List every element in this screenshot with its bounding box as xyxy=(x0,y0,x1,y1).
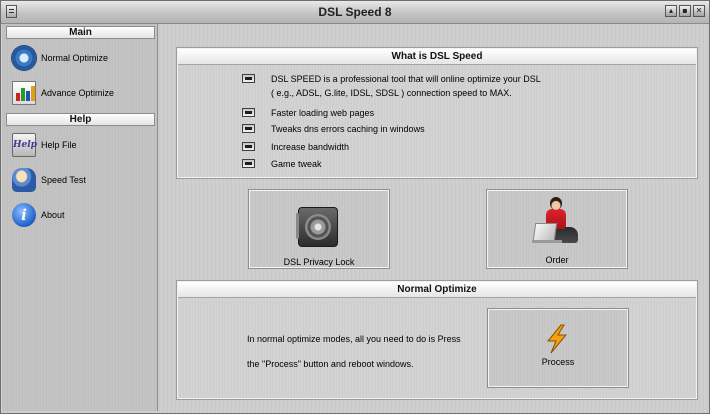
app-window: DSL Speed 8 ▴ ▪ ✕ Main Normal Optimize A… xyxy=(0,0,710,414)
sidebar-item-label: About xyxy=(41,210,65,220)
intro-line-1: DSL SPEED is a professional tool that wi… xyxy=(271,74,541,84)
sidebar-item-advance-optimize[interactable]: Advance Optimize xyxy=(12,80,114,106)
lightning-icon xyxy=(546,324,568,354)
bullet-icon xyxy=(242,142,255,151)
info-icon: i xyxy=(12,203,36,227)
privacy-lock-label: DSL Privacy Lock xyxy=(283,257,355,267)
what-is-panel: What is DSL Speed DSL SPEED is a profess… xyxy=(176,47,698,179)
sidebar-item-label: Advance Optimize xyxy=(41,88,115,98)
normal-optimize-line-1: In normal optimize modes, all you need t… xyxy=(247,334,461,344)
window-controls: ▴ ▪ ✕ xyxy=(665,5,705,17)
restore-button[interactable]: ▪ xyxy=(679,5,691,17)
chart-icon xyxy=(12,81,36,105)
sidebar-item-help-file[interactable]: Help Help File xyxy=(12,132,77,158)
minimize-button[interactable]: ▴ xyxy=(665,5,677,17)
normal-optimize-line-2: the "Process" button and reboot windows. xyxy=(247,359,414,369)
sidebar-item-speed-test[interactable]: Speed Test xyxy=(12,167,86,193)
close-button[interactable]: ✕ xyxy=(693,5,705,17)
feature-label: Faster loading web pages xyxy=(271,108,375,118)
person-laptop-icon xyxy=(532,197,582,253)
bullet-icon xyxy=(242,159,255,168)
process-label: Process xyxy=(541,357,575,367)
sidebar-header-main: Main xyxy=(6,26,155,39)
privacy-lock-button[interactable]: DSL Privacy Lock xyxy=(248,189,390,269)
gear-icon xyxy=(12,46,36,70)
safe-icon xyxy=(296,207,338,247)
sidebar-header-help: Help xyxy=(6,113,155,126)
intro-item: DSL SPEED is a professional tool that wi… xyxy=(242,72,541,100)
what-is-title: What is DSL Speed xyxy=(178,49,696,65)
title-bar[interactable]: DSL Speed 8 ▴ ▪ ✕ xyxy=(1,1,709,24)
feature-label: Tweaks dns errors caching in windows xyxy=(271,124,425,134)
sidebar-item-label: Help File xyxy=(41,140,77,150)
order-label: Order xyxy=(545,255,569,265)
sidebar-item-label: Speed Test xyxy=(41,175,86,185)
feature-item: Faster loading web pages xyxy=(242,106,374,120)
bullet-icon xyxy=(242,108,255,117)
sidebar-item-about[interactable]: i About xyxy=(12,202,65,228)
feature-label: Increase bandwidth xyxy=(271,142,350,152)
process-button[interactable]: Process xyxy=(487,308,629,388)
speed-test-icon xyxy=(12,168,36,192)
sidebar: Main Normal Optimize Advance Optimize He… xyxy=(2,24,158,411)
order-button[interactable]: Order xyxy=(486,189,628,269)
bullet-icon xyxy=(242,74,255,83)
sidebar-item-normal-optimize[interactable]: Normal Optimize xyxy=(12,45,108,71)
feature-label: Game tweak xyxy=(271,159,322,169)
sidebar-item-label: Normal Optimize xyxy=(41,53,109,63)
window-title: DSL Speed 8 xyxy=(318,5,392,19)
feature-item: Increase bandwidth xyxy=(242,140,349,154)
bullet-icon xyxy=(242,124,255,133)
normal-optimize-title: Normal Optimize xyxy=(178,282,696,298)
feature-item: Tweaks dns errors caching in windows xyxy=(242,122,425,136)
feature-item: Game tweak xyxy=(242,157,322,171)
intro-line-2: ( e.g., ADSL, G.lite, IDSL, SDSL ) conne… xyxy=(271,88,512,98)
help-icon: Help xyxy=(12,133,37,157)
